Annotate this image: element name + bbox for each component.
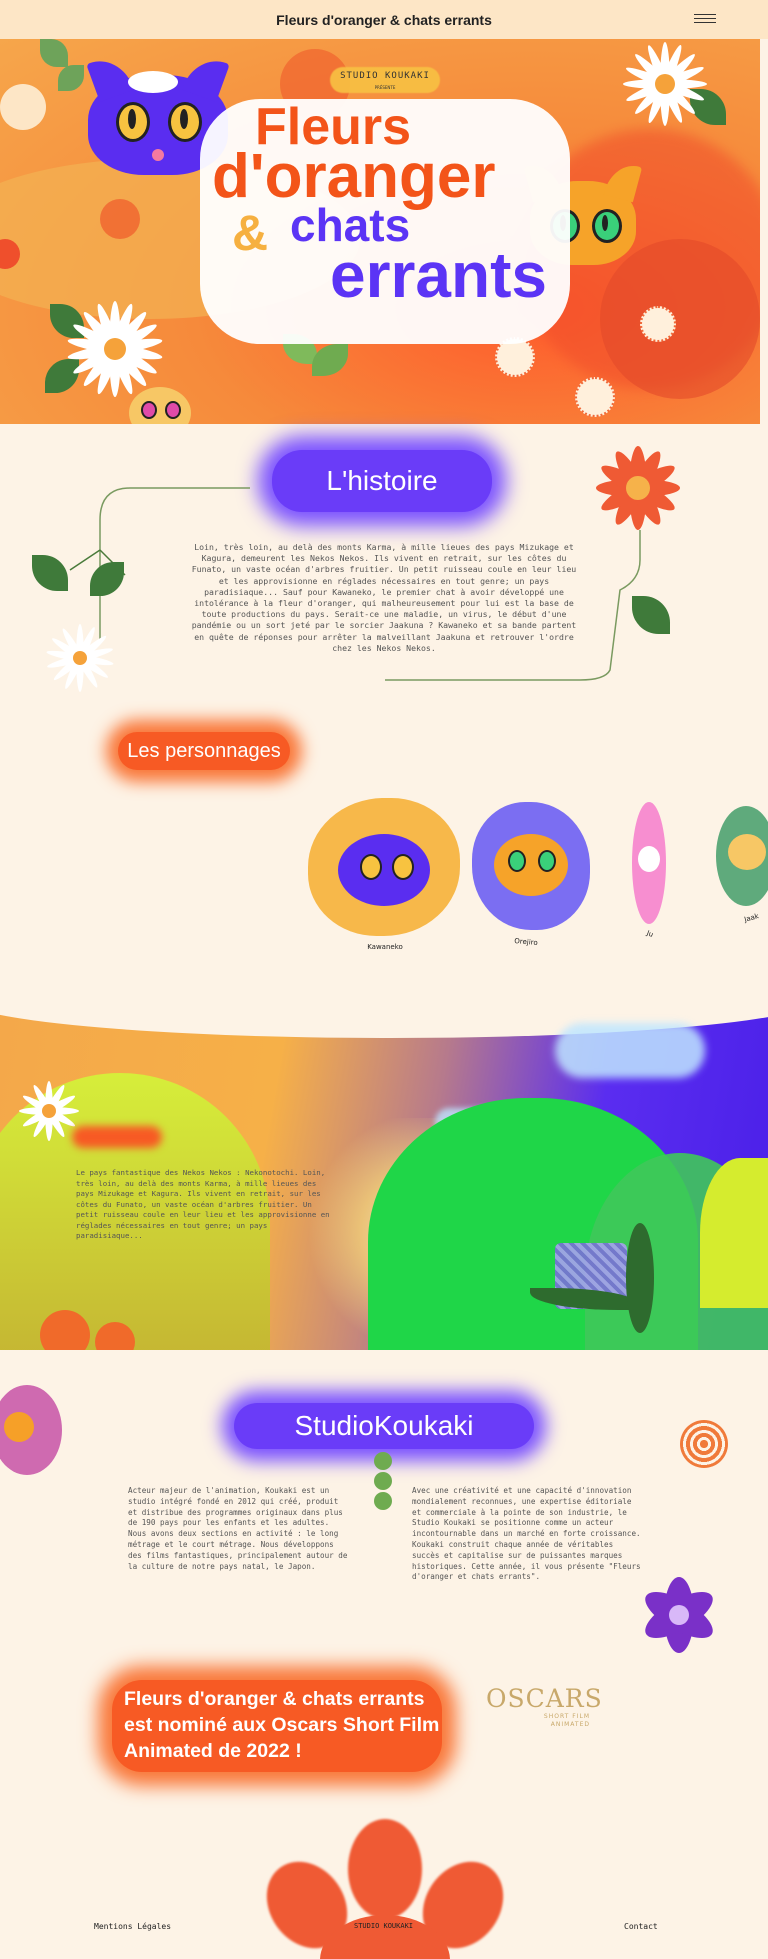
leaf-icon: [626, 1223, 654, 1333]
character-card-kawaneko[interactable]: [308, 798, 460, 936]
place-text: Le pays fantastique des Nekos Nekos : Ne…: [76, 1168, 330, 1240]
daisy-flower-icon: [623, 42, 707, 126]
footer-studio-link[interactable]: STUDIO KOUKAKI: [354, 1922, 413, 1930]
flower-icon: [640, 306, 676, 342]
leaf-icon: [40, 39, 68, 67]
character-name: Jaak: [743, 912, 760, 924]
histoire-text: Loin, très loin, au delà des monts Karma…: [191, 542, 577, 653]
leaf-icon: [312, 344, 348, 376]
site-header: Fleurs d'oranger & chats errants: [0, 0, 768, 39]
leaf-icon: [374, 1452, 392, 1470]
hero-banner: STUDIO KOUKAKI PRÉSENTE Fleurs d'oranger…: [0, 39, 760, 424]
character-name: Orejiro: [513, 936, 539, 948]
hero-title-amp: &: [232, 205, 269, 261]
small-cat-head: [125, 379, 195, 424]
studio-badge: STUDIO KOUKAKI: [340, 71, 430, 81]
oscars-logo-sub2: ANIMATED: [550, 1721, 590, 1728]
character-name: Kawaneko: [367, 943, 403, 951]
orange-flower-icon: [596, 446, 680, 530]
studio-badge-sub: PRÉSENTE: [374, 85, 396, 90]
hero-title-line2: d'oranger: [212, 142, 496, 211]
oscars-logo: OSCARS: [486, 1684, 603, 1713]
personnages-heading: Les personnages: [118, 732, 290, 770]
footer-legal-link[interactable]: Mentions Légales: [94, 1922, 171, 1931]
character-card-jaak[interactable]: [716, 806, 768, 906]
flower-center: [4, 1412, 34, 1442]
hamburger-menu-icon[interactable]: [694, 14, 716, 26]
studio-text-col2: Avec une créativité et une capacité d'in…: [412, 1486, 641, 1582]
cloud: [555, 1023, 705, 1078]
place-title-glow: [72, 1126, 162, 1148]
leaf-icon: [374, 1472, 392, 1490]
studio-heading: StudioKoukaki: [234, 1403, 534, 1449]
flower-cluster-icon: [680, 1420, 728, 1468]
hero-title-line4: errants: [330, 239, 547, 311]
landscape-section: Le pays fantastique des Nekos Nekos : Ne…: [0, 998, 768, 1350]
purple-flower-icon: [645, 1577, 713, 1653]
oscars-logo-sub1: SHORT FILM: [543, 1713, 590, 1720]
character-card-ju[interactable]: [632, 802, 666, 924]
site-title[interactable]: Fleurs d'oranger & chats errants: [276, 12, 492, 28]
daisy-flower-icon: [46, 624, 114, 692]
footer-contact-link[interactable]: Contact: [624, 1922, 658, 1931]
flower-icon: [575, 377, 615, 417]
leaf-icon: [374, 1492, 392, 1510]
site-footer: Mentions Légales STUDIO KOUKAKI Contact: [0, 1922, 768, 1942]
oscars-nomination-text: Fleurs d'oranger & chats errants est nom…: [124, 1688, 440, 1762]
studio-text-col1: Acteur majeur de l'animation, Koukaki es…: [128, 1486, 348, 1571]
flower-icon: [0, 84, 46, 130]
character-name: Ju: [645, 929, 655, 939]
character-card-orejiro[interactable]: [472, 802, 590, 930]
